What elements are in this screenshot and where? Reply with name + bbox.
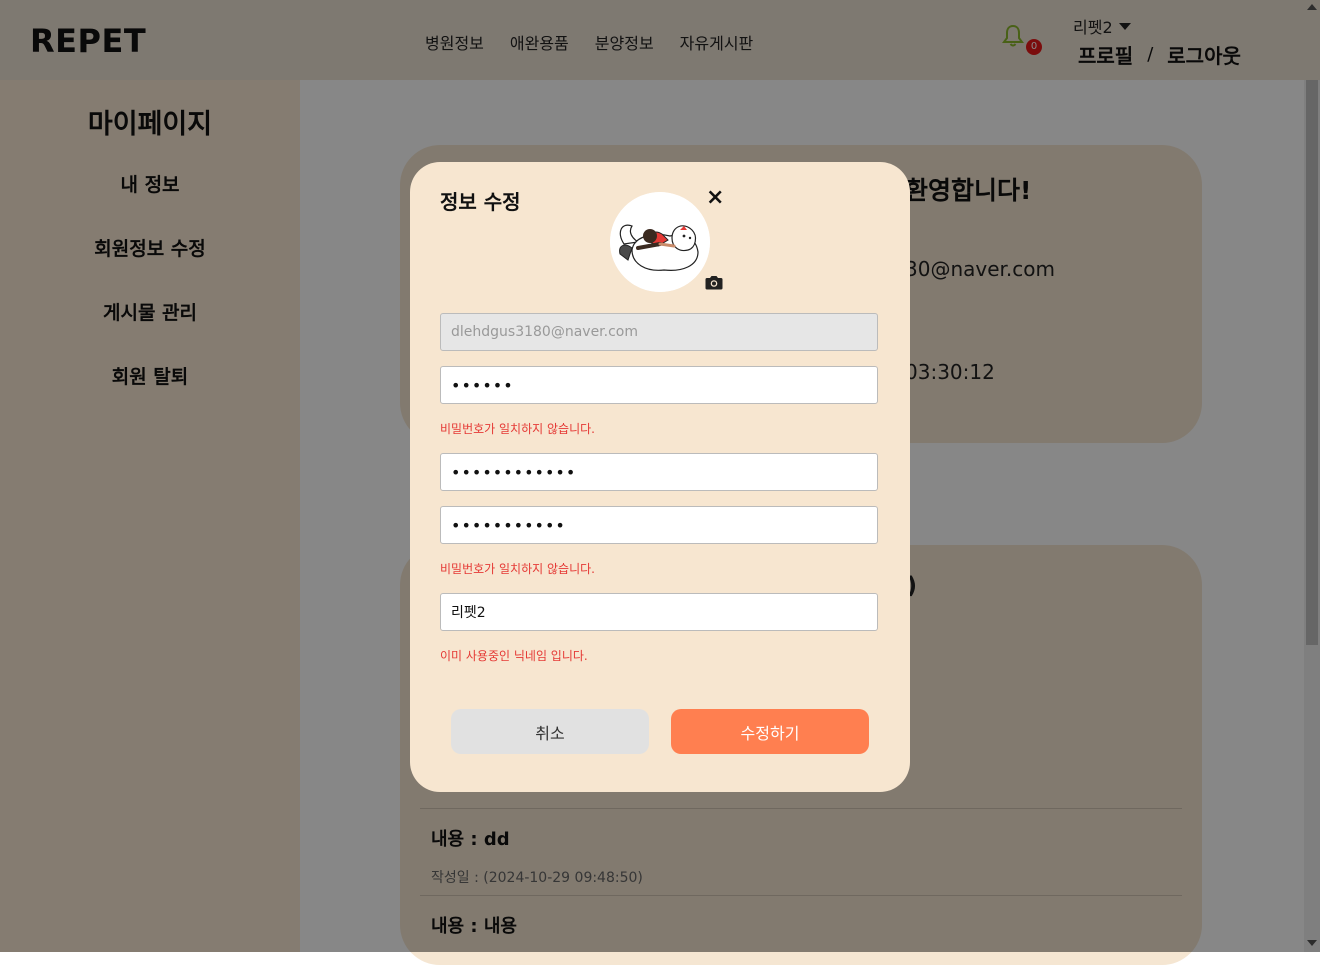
edit-profile-modal: 정보 수정 × 비밀번호가 일치하지 않습니다. 비밀번호가 xyxy=(410,162,910,792)
camera-icon[interactable] xyxy=(705,274,723,290)
new-password-field[interactable] xyxy=(440,453,878,491)
current-password-field[interactable] xyxy=(440,366,878,404)
submit-edit-button[interactable]: 수정하기 xyxy=(671,709,869,754)
confirm-password-error: 비밀번호가 일치하지 않습니다. xyxy=(440,562,595,576)
nickname-error: 이미 사용중인 닉네임 입니다. xyxy=(440,649,588,663)
close-icon[interactable]: × xyxy=(706,186,724,210)
nickname-field[interactable] xyxy=(440,593,878,631)
avatar-illustration xyxy=(610,192,710,292)
email-field xyxy=(440,313,878,351)
confirm-password-field[interactable] xyxy=(440,506,878,544)
modal-title: 정보 수정 xyxy=(440,190,521,214)
cancel-button[interactable]: 취소 xyxy=(451,709,649,754)
password-error: 비밀번호가 일치하지 않습니다. xyxy=(440,422,595,436)
avatar[interactable] xyxy=(610,192,710,292)
